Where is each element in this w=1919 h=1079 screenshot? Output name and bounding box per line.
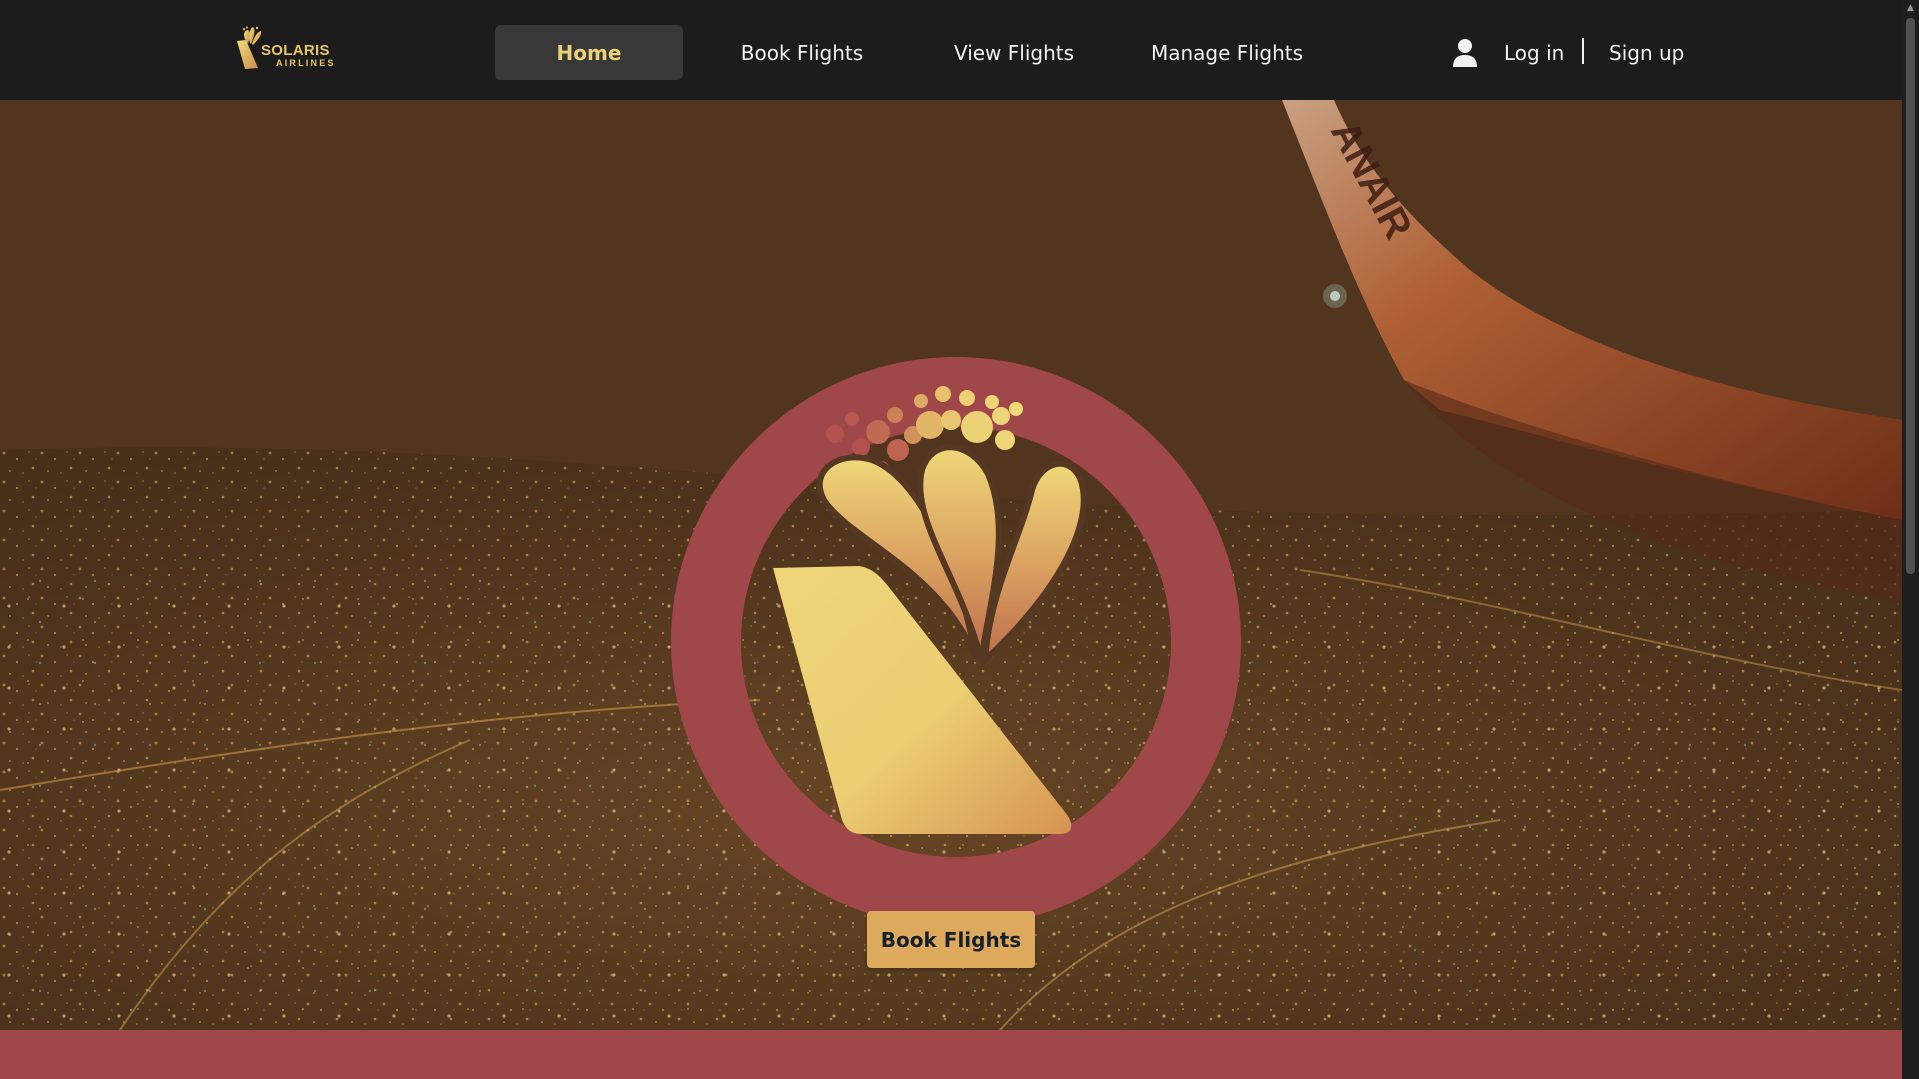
brand-logo[interactable]: SOLARIS AIRLINES bbox=[234, 26, 338, 72]
user-icon[interactable] bbox=[1452, 38, 1478, 68]
solaris-hero-logo-icon bbox=[671, 357, 1241, 927]
nav-view-flights[interactable]: View Flights bbox=[946, 25, 1082, 80]
brand-name: SOLARIS bbox=[261, 42, 330, 59]
brand-subtitle: AIRLINES bbox=[276, 58, 336, 68]
auth-divider bbox=[1582, 38, 1584, 64]
hero-book-flights-button[interactable]: Book Flights bbox=[867, 911, 1035, 968]
hero-section: ANAIR Book Flights bbox=[0, 100, 1902, 1030]
signup-link[interactable]: Sign up bbox=[1609, 38, 1684, 68]
nav-manage-flights[interactable]: Manage Flights bbox=[1148, 25, 1306, 80]
footer-band bbox=[0, 1030, 1902, 1079]
top-navbar: SOLARIS AIRLINES Home Book Flights View … bbox=[0, 0, 1902, 100]
nav-home[interactable]: Home bbox=[495, 25, 683, 80]
login-link[interactable]: Log in bbox=[1504, 38, 1564, 68]
viewport-content: SOLARIS AIRLINES Home Book Flights View … bbox=[0, 0, 1902, 1079]
nav-book-flights[interactable]: Book Flights bbox=[730, 25, 874, 80]
scroll-up-arrow-icon[interactable]: ▲ bbox=[1902, 0, 1919, 16]
page: SOLARIS AIRLINES Home Book Flights View … bbox=[0, 0, 1919, 1079]
scroll-thumb[interactable] bbox=[1906, 18, 1915, 574]
page-scrollbar[interactable]: ▲ bbox=[1902, 0, 1919, 1079]
